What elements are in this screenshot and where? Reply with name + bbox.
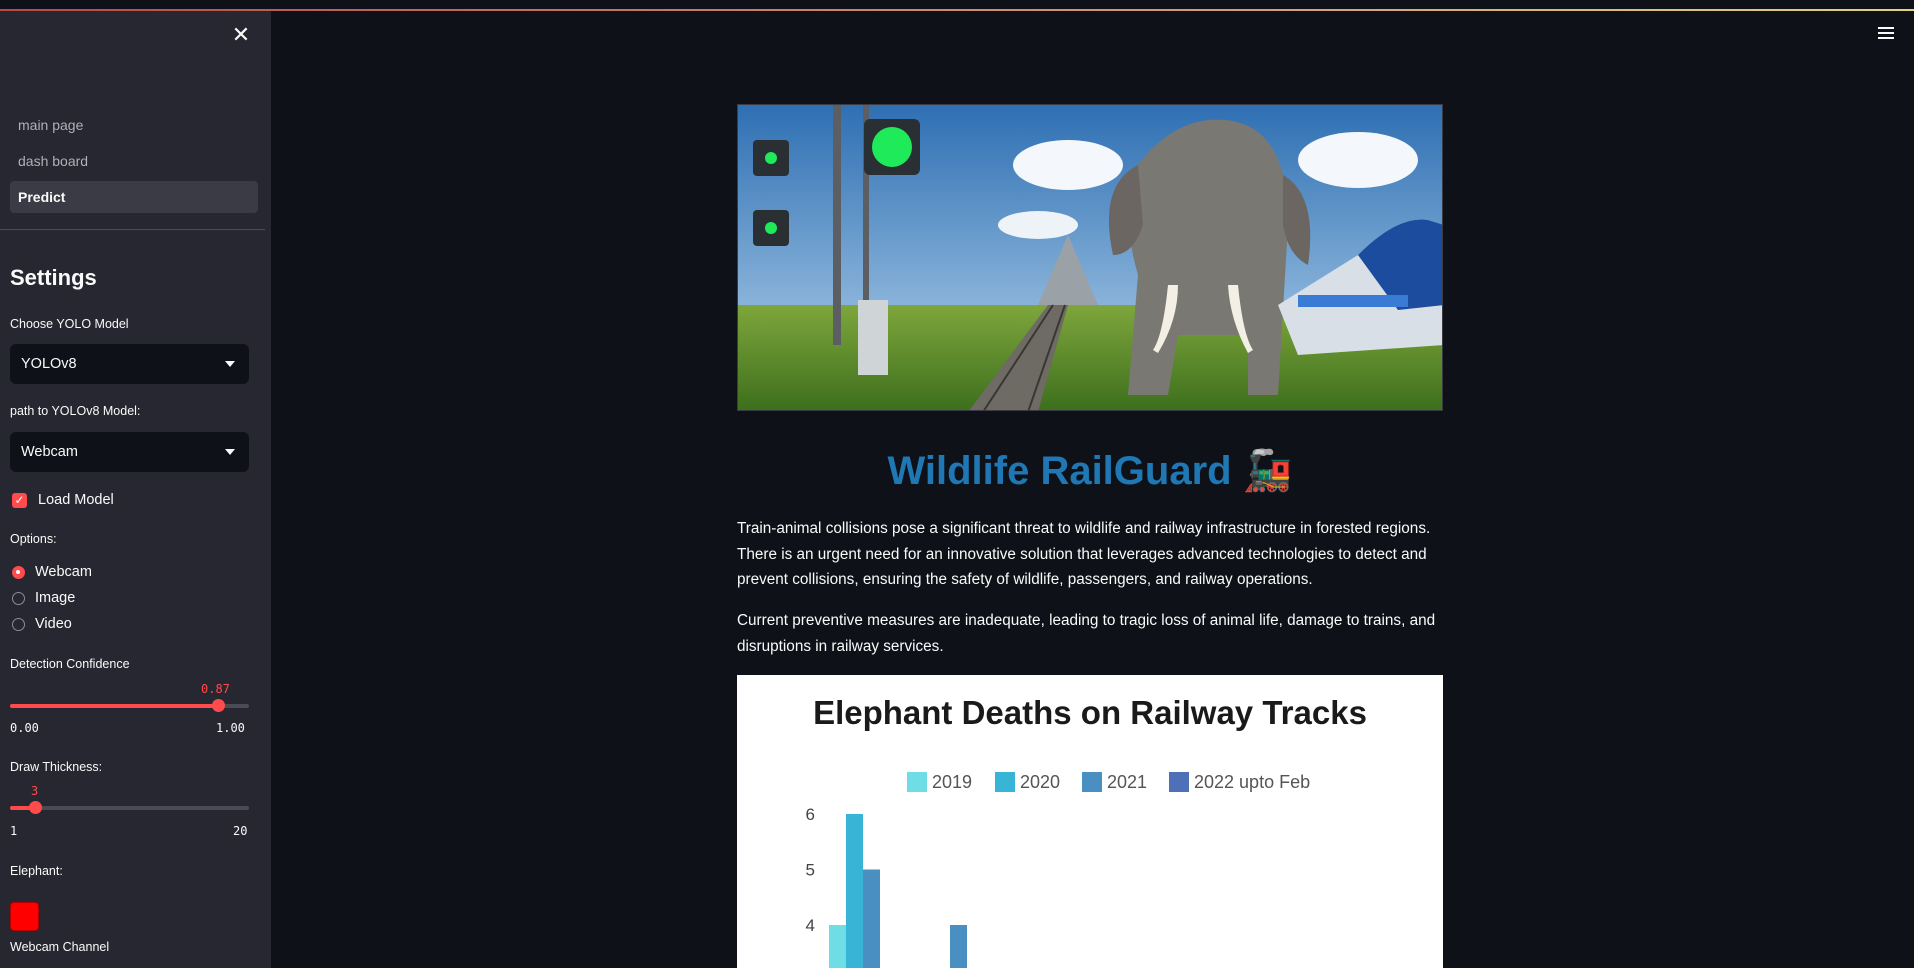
top-decoration-bar xyxy=(0,9,1914,11)
sidebar-item-main-page[interactable]: main page xyxy=(10,109,258,141)
close-icon[interactable]: ✕ xyxy=(229,23,253,47)
chart-y-axis: 4 5 6 xyxy=(806,805,815,935)
chart-bar xyxy=(950,925,967,968)
radio-selected-icon[interactable] xyxy=(12,566,25,579)
webcam-channel-label: Webcam Channel xyxy=(10,940,110,954)
model-select-label: Choose YOLO Model xyxy=(10,317,129,331)
confidence-slider[interactable] xyxy=(10,699,249,712)
option-label: Webcam xyxy=(35,564,92,580)
options-label: Options: xyxy=(10,532,57,546)
chart-bar xyxy=(846,814,863,968)
option-label: Image xyxy=(35,590,76,606)
legend-label: 2020 xyxy=(1020,772,1060,792)
thickness-label: Draw Thickness: xyxy=(10,760,103,774)
legend-swatch xyxy=(1169,772,1189,792)
model-select-value: YOLOv8 xyxy=(21,356,77,372)
sidebar-item-dash-board[interactable]: dash board xyxy=(10,145,258,177)
problem-paragraph: Current preventive measures are inadequa… xyxy=(737,612,1436,655)
y-tick-label: 4 xyxy=(806,916,815,935)
load-model-label: Load Model xyxy=(38,492,114,508)
slider-handle[interactable] xyxy=(29,801,43,814)
thickness-min: 1 xyxy=(10,824,18,838)
model-path-label: path to YOLOv8 Model: xyxy=(10,404,141,418)
legend-label: 2022 upto Feb xyxy=(1194,772,1310,792)
thickness-value: 3 xyxy=(31,784,39,798)
option-image[interactable]: Image xyxy=(10,589,210,609)
chevron-down-icon xyxy=(225,449,235,455)
chart-bar xyxy=(863,869,880,968)
chart-title: Elephant Deaths on Railway Tracks xyxy=(813,694,1367,731)
y-tick-label: 6 xyxy=(806,805,815,824)
hamburger-menu-icon[interactable] xyxy=(1878,27,1894,41)
chart-bars xyxy=(829,814,967,968)
thickness-slider[interactable] xyxy=(10,801,249,814)
legend-label: 2021 xyxy=(1107,772,1147,792)
chart: Elephant Deaths on Railway Tracks 2019 20… xyxy=(806,694,1367,968)
radio-icon[interactable] xyxy=(12,592,25,605)
model-path-value: Webcam xyxy=(21,444,78,460)
y-tick-label: 5 xyxy=(806,861,815,880)
checkmark-icon[interactable]: ✓ xyxy=(12,493,27,508)
confidence-value: 0.87 xyxy=(201,682,230,696)
chart-legend: 2019 2020 2021 2022 upto Feb xyxy=(907,772,1310,792)
chart-bar xyxy=(829,925,846,968)
sidebar: ✕ main page dash board Predict Settings … xyxy=(0,11,271,968)
option-label: Video xyxy=(35,616,72,632)
slider-fill xyxy=(10,704,218,708)
chart-image: Elephant Deaths on Railway Tracks 2019 20… xyxy=(737,675,1443,968)
option-video[interactable]: Video xyxy=(10,615,210,635)
confidence-label: Detection Confidence xyxy=(10,657,130,671)
slider-handle[interactable] xyxy=(211,699,225,712)
confidence-min: 0.00 xyxy=(10,721,39,735)
thickness-max: 20 xyxy=(233,824,248,838)
sidebar-item-predict[interactable]: Predict xyxy=(10,181,258,213)
option-webcam[interactable]: Webcam xyxy=(10,563,210,583)
radio-icon[interactable] xyxy=(12,618,25,631)
elephant-color-picker[interactable] xyxy=(10,902,39,931)
settings-heading: Settings xyxy=(10,265,97,290)
sidebar-divider xyxy=(0,229,265,230)
chevron-down-icon xyxy=(225,361,235,367)
confidence-max: 1.00 xyxy=(216,721,245,735)
legend-swatch xyxy=(907,772,927,792)
legend-label: 2019 xyxy=(932,772,972,792)
model-select[interactable]: YOLOv8 xyxy=(10,344,249,384)
page-title: Wildlife RailGuard 🚂 xyxy=(887,449,1293,493)
hero-image xyxy=(737,104,1443,411)
legend-swatch xyxy=(995,772,1015,792)
elephant-color-label: Elephant: xyxy=(10,864,63,878)
intro-paragraph: Train-animal collisions pose a significa… xyxy=(737,520,1431,588)
model-path-select[interactable]: Webcam xyxy=(10,432,249,472)
legend-swatch xyxy=(1082,772,1102,792)
